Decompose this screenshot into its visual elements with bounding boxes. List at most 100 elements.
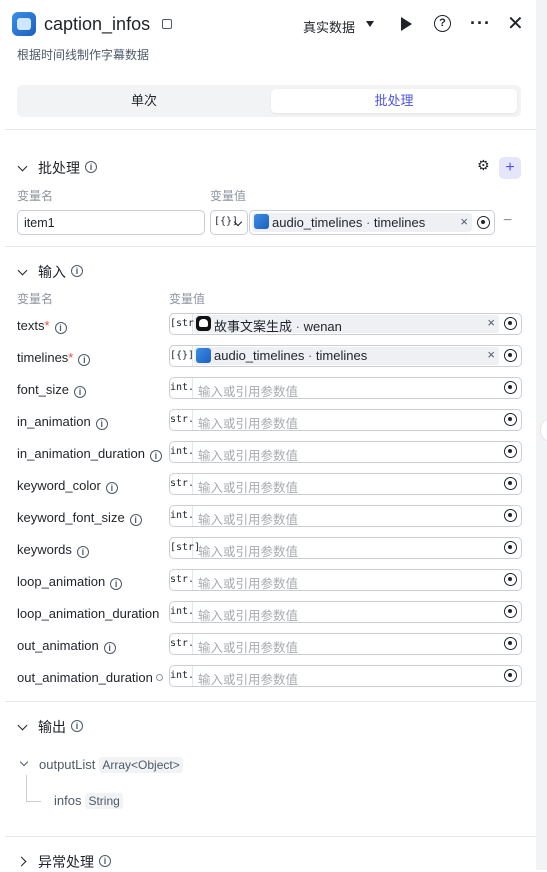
audio-timelines-icon — [254, 214, 269, 229]
type-badge: str. — [170, 570, 194, 590]
edit-title-icon[interactable] — [162, 19, 172, 29]
reference-target-icon[interactable] — [504, 541, 517, 554]
output-section-title: 输出 — [38, 719, 66, 735]
info-icon: i — [71, 720, 83, 732]
param-name-texts: texts* i — [17, 318, 67, 334]
llm-node-icon — [196, 316, 211, 331]
info-icon: i — [54, 322, 67, 334]
tab-batch[interactable]: 批处理 — [271, 89, 517, 113]
batch-item-name: item1 — [24, 216, 55, 230]
mode-tabs: 单次 批处理 — [17, 85, 521, 117]
input-col-name: 变量名 — [17, 292, 54, 306]
param-field-keyword-font-size[interactable]: int. 输入或引用参数值 — [169, 505, 522, 527]
run-icon[interactable] — [401, 17, 412, 31]
param-name-out-animation: out_animation i — [17, 638, 116, 654]
reference-target-icon[interactable] — [504, 413, 517, 426]
batch-section-header[interactable]: 批处理 i ⚙ + — [17, 157, 522, 179]
input-col-value: 变量值 — [169, 292, 206, 306]
panel-header: caption_infos 真实数据 ? ··· ✕ — [12, 11, 524, 39]
param-field-timelines[interactable]: [{}] audio_timelines · timelines × — [169, 345, 522, 367]
close-icon[interactable]: ✕ — [507, 11, 524, 36]
reference-target-icon[interactable] — [504, 573, 517, 586]
output-item-outputlist: outputList Array<Object> — [39, 757, 183, 773]
param-field-in-animation-duration[interactable]: int. 输入或引用参数值 — [169, 441, 522, 463]
exception-section-header[interactable]: 异常处理 i — [16, 851, 522, 871]
param-name-keyword-color: keyword_color i — [17, 478, 118, 494]
param-field-loop-animation-duration[interactable]: int. 输入或引用参数值 — [169, 601, 522, 623]
batch-section-title: 批处理 — [38, 160, 80, 176]
data-mode-select[interactable]: 真实数据 — [303, 17, 355, 36]
chevron-down-icon[interactable] — [17, 720, 28, 731]
add-batch-variable-button[interactable]: + — [499, 157, 521, 179]
param-field-texts[interactable]: [str] 故事文案生成 · wenan × — [169, 313, 522, 335]
placeholder: 输入或引用参数值 — [198, 641, 299, 655]
info-icon — [155, 674, 163, 681]
param-field-font-size[interactable]: int. 输入或引用参数值 — [169, 377, 522, 399]
placeholder: 输入或引用参数值 — [198, 513, 299, 527]
batch-col-name: 变量名 — [17, 189, 54, 203]
placeholder: 输入或引用参数值 — [198, 449, 299, 463]
reference-target-icon[interactable] — [477, 216, 490, 229]
param-field-keywords[interactable]: [str] 输入或引用参数值 — [169, 537, 522, 559]
reference-target-icon[interactable] — [504, 669, 517, 682]
ref-chip: audio_timelines · timelines × — [194, 347, 499, 365]
batch-ref-field: timelines — [373, 215, 426, 230]
node-title[interactable]: caption_infos — [44, 14, 150, 35]
clear-ref-icon[interactable]: × — [487, 315, 495, 330]
param-name-font-size: font_size i — [17, 382, 87, 398]
reference-target-icon[interactable] — [504, 477, 517, 490]
param-field-out-animation-duration[interactable]: int. 输入或引用参数值 — [169, 665, 522, 687]
chevron-down-icon[interactable] — [17, 265, 28, 276]
placeholder: 输入或引用参数值 — [198, 609, 299, 623]
reference-target-icon[interactable] — [504, 317, 517, 330]
clear-ref-icon[interactable]: × — [460, 214, 468, 229]
caret-down-icon[interactable] — [366, 21, 374, 27]
info-icon: i — [149, 450, 162, 462]
reference-target-icon[interactable] — [504, 637, 517, 650]
reference-target-icon[interactable] — [504, 509, 517, 522]
chevron-down-icon[interactable] — [17, 161, 28, 172]
exception-section-title: 异常处理 — [38, 854, 94, 870]
clear-ref-icon[interactable]: × — [487, 347, 495, 362]
info-icon: i — [129, 514, 142, 526]
reference-target-icon[interactable] — [504, 349, 517, 362]
placeholder: 输入或引用参数值 — [198, 481, 299, 495]
reference-target-icon[interactable] — [504, 445, 517, 458]
param-name-in-animation: in_animation i — [17, 414, 108, 430]
input-section-title: 输入 — [38, 264, 66, 280]
output-section-header[interactable]: 输出 i — [17, 716, 522, 736]
param-field-out-animation[interactable]: str. 输入或引用参数值 — [169, 633, 522, 655]
batch-value-field[interactable]: audio_timelines · timelines × — [249, 210, 495, 235]
placeholder: 输入或引用参数值 — [198, 417, 299, 431]
remove-batch-variable-button[interactable]: − — [503, 212, 512, 230]
placeholder: 输入或引用参数值 — [198, 577, 299, 591]
info-icon: i — [110, 578, 123, 590]
type-badge: int. — [170, 442, 194, 462]
param-field-keyword-color[interactable]: str. 输入或引用参数值 — [169, 473, 522, 495]
info-icon: i — [74, 386, 87, 398]
output-item-infos: infos String — [54, 793, 123, 809]
type-badge: str. — [170, 634, 194, 654]
input-section-header[interactable]: 输入 i — [17, 261, 522, 281]
batch-type-select[interactable]: [{}] — [210, 210, 248, 235]
param-name-out-animation-duration: out_animation_duration — [17, 670, 163, 685]
chevron-right-icon[interactable] — [16, 856, 27, 867]
param-field-in-animation[interactable]: str. 输入或引用参数值 — [169, 409, 522, 431]
info-icon: i — [95, 418, 108, 430]
batch-item-name-input[interactable]: item1 — [17, 210, 205, 235]
batch-ref-source: audio_timelines — [272, 215, 363, 230]
reference-target-icon[interactable] — [504, 605, 517, 618]
placeholder: 输入或引用参数值 — [198, 673, 299, 687]
param-field-loop-animation[interactable]: str. 输入或引用参数值 — [169, 569, 522, 591]
gear-icon[interactable]: ⚙ — [477, 157, 490, 174]
tab-single[interactable]: 单次 — [21, 89, 267, 113]
more-icon[interactable]: ··· — [470, 13, 491, 34]
param-name-loop-animation: loop_animation i — [17, 574, 123, 590]
audio-timelines-icon — [196, 348, 211, 363]
plugin-icon — [12, 12, 36, 36]
type-badge: int. — [170, 666, 194, 686]
help-icon[interactable]: ? — [434, 15, 451, 32]
divider — [5, 129, 536, 130]
reference-target-icon[interactable] — [504, 381, 517, 394]
type-badge: [str] — [170, 314, 200, 334]
